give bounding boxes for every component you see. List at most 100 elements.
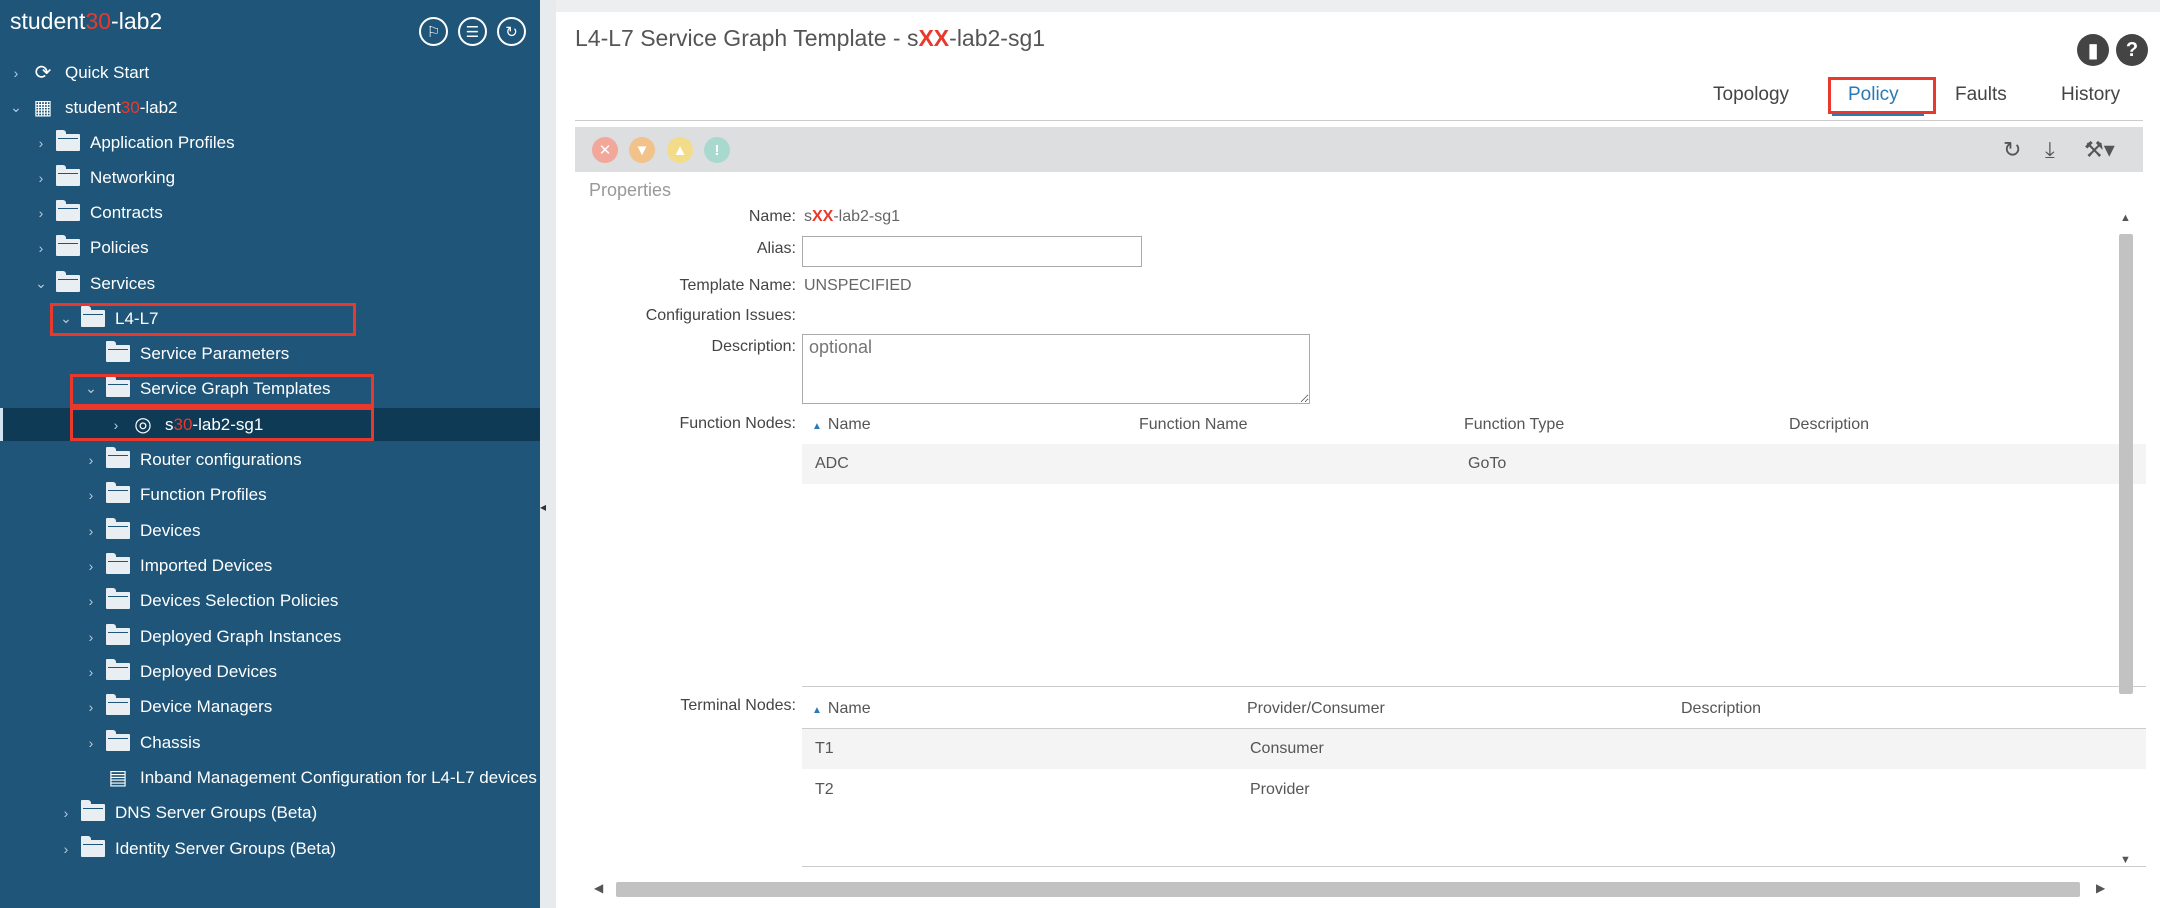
help-icon[interactable]: ? [2116, 34, 2148, 66]
tree-item-router-configurations[interactable]: › Router configurations [0, 443, 540, 476]
column-header-function-type[interactable]: Function Type [1464, 416, 1564, 434]
scrollbar-thumb[interactable] [2119, 234, 2133, 694]
tree-item-deployed-devices[interactable]: › Deployed Devices [0, 655, 540, 688]
chevron-right-icon[interactable]: › [58, 805, 74, 821]
tree-item-imported-devices[interactable]: › Imported Devices [0, 549, 540, 582]
description-input[interactable] [802, 334, 1310, 404]
scroll-left-icon[interactable]: ◀ [594, 881, 603, 895]
sort-ascending-icon[interactable]: ▲ [812, 705, 822, 716]
panel-splitter[interactable]: ◂ [540, 0, 556, 908]
tree-item-contracts[interactable]: › Contracts [0, 196, 540, 229]
tree-item-label: Policies [90, 237, 149, 257]
column-header-name[interactable]: ▲ Name [812, 700, 871, 718]
table-row[interactable]: T2 Provider [802, 770, 2146, 810]
vertical-scrollbar[interactable]: ▲ ▼ [2116, 208, 2134, 870]
major-fault-icon[interactable]: ▼ [629, 137, 655, 163]
folder-icon [55, 200, 81, 222]
navigation-sidebar: student30-lab2 ⚐ ☰ ↻ › ⟳ Quick Start ⌄ ▦… [0, 0, 540, 908]
download-icon[interactable]: ⤓ [2045, 137, 2055, 163]
tools-icon[interactable]: ⚒▾ [2084, 137, 2115, 163]
alias-input[interactable] [802, 236, 1142, 267]
terminal-nodes-label: Terminal Nodes: [680, 697, 796, 714]
chevron-right-icon[interactable]: › [83, 699, 99, 715]
minor-fault-icon[interactable]: ▲ [667, 137, 693, 163]
terminal-nodes-table-header: ▲ Name Provider/Consumer Description [802, 691, 2146, 729]
page-title: L4-L7 Service Graph Template - sXX-lab2-… [575, 25, 1046, 51]
scroll-up-icon[interactable]: ▲ [2120, 212, 2131, 224]
list-icon[interactable]: ☰ [458, 17, 487, 46]
tree-item-label: DNS Server Groups (Beta) [115, 802, 318, 822]
chevron-right-icon[interactable]: › [83, 629, 99, 645]
tree-item-dns-server-groups[interactable]: › DNS Server Groups (Beta) [0, 796, 540, 829]
chevron-down-icon[interactable]: ⌄ [33, 275, 49, 292]
tab-topology[interactable]: Topology [1713, 84, 1789, 106]
tree-item-tenant[interactable]: ⌄ ▦ student30-lab2 [0, 91, 540, 124]
bookmark-icon[interactable]: ▮ [2077, 34, 2109, 66]
refresh-icon[interactable]: ↻ [2003, 137, 2021, 163]
tree-item-application-profiles[interactable]: › Application Profiles [0, 126, 540, 159]
refresh-icon[interactable]: ↻ [497, 17, 526, 46]
cell-name: T2 [815, 781, 834, 798]
column-header-function-name[interactable]: Function Name [1139, 416, 1248, 434]
chevron-right-icon[interactable]: › [58, 841, 74, 857]
function-nodes-label: Function Nodes: [679, 415, 796, 432]
table-row[interactable]: ADC GoTo [802, 444, 2146, 484]
tree-item-inband-management[interactable]: ▤ Inband Management Configuration for L4… [0, 761, 540, 794]
alias-label: Alias: [756, 240, 796, 257]
tree-item-label: Imported Devices [140, 555, 273, 575]
column-header-description[interactable]: Description [1789, 416, 1869, 434]
chevron-right-icon[interactable]: › [83, 558, 99, 574]
tree-item-function-profiles[interactable]: › Function Profiles [0, 478, 540, 511]
chevron-right-icon[interactable]: › [83, 487, 99, 503]
tree-item-devices-selection-policies[interactable]: › Devices Selection Policies [0, 584, 540, 617]
folder-icon [55, 271, 81, 293]
warning-fault-icon[interactable]: ! [704, 137, 730, 163]
horizontal-scrollbar[interactable]: ◀ ▶ [590, 879, 2114, 899]
chevron-right-icon[interactable]: › [33, 170, 49, 186]
scrollbar-thumb[interactable] [616, 882, 2080, 897]
chevron-right-icon[interactable]: › [33, 240, 49, 256]
chevron-right-icon[interactable]: › [83, 735, 99, 751]
chevron-right-icon[interactable]: › [8, 65, 24, 81]
tree-item-networking[interactable]: › Networking [0, 161, 540, 194]
scroll-down-icon[interactable]: ▼ [2120, 854, 2131, 866]
chevron-right-icon[interactable]: › [33, 205, 49, 221]
building-icon: ▦ [33, 97, 53, 119]
column-header-description[interactable]: Description [1681, 700, 1761, 718]
tree-item-devices[interactable]: › Devices [0, 514, 540, 547]
chevron-right-icon[interactable]: › [83, 523, 99, 539]
table-row[interactable]: T1 Consumer [802, 729, 2146, 769]
folder-icon [105, 553, 131, 575]
pin-icon[interactable]: ⚐ [419, 17, 448, 46]
tree-item-label: student30-lab2 [65, 97, 178, 117]
chevron-right-icon[interactable]: › [83, 593, 99, 609]
tree-item-chassis[interactable]: › Chassis [0, 726, 540, 759]
tab-history[interactable]: History [2061, 84, 2120, 106]
critical-fault-icon[interactable]: ✕ [592, 137, 618, 163]
scroll-right-icon[interactable]: ▶ [2096, 881, 2105, 895]
cell-provider-consumer: Provider [1250, 781, 1310, 798]
table-divider [802, 686, 2146, 687]
tree-item-label: Quick Start [65, 62, 150, 82]
tree-item-services[interactable]: ⌄ Services [0, 267, 540, 300]
chevron-right-icon[interactable]: › [83, 452, 99, 468]
tree-item-identity-server-groups[interactable]: › Identity Server Groups (Beta) [0, 832, 540, 865]
collapse-icon[interactable]: ◂ [540, 500, 546, 514]
tree-item-device-managers[interactable]: › Device Managers [0, 690, 540, 723]
chevron-right-icon[interactable]: › [83, 664, 99, 680]
tree-item-policies[interactable]: › Policies [0, 231, 540, 264]
tree-item-deployed-graph-instances[interactable]: › Deployed Graph Instances [0, 620, 540, 653]
tree-item-label: Device Managers [140, 696, 273, 716]
tree-item-quick-start[interactable]: › ⟳ Quick Start [0, 56, 540, 89]
column-header-name[interactable]: ▲ Name [812, 416, 871, 434]
tree-item-service-parameters[interactable]: Service Parameters [0, 337, 540, 370]
tree-item-label: Function Profiles [140, 484, 267, 504]
tab-faults[interactable]: Faults [1955, 84, 2007, 106]
sort-ascending-icon[interactable]: ▲ [812, 421, 822, 432]
column-header-provider-consumer[interactable]: Provider/Consumer [1247, 700, 1385, 718]
tree-item-label: Devices Selection Policies [140, 590, 339, 610]
chevron-right-icon[interactable]: › [33, 135, 49, 151]
folder-icon [80, 800, 106, 822]
chevron-down-icon[interactable]: ⌄ [8, 99, 24, 116]
name-value: sXX-lab2-sg1 [804, 208, 901, 225]
